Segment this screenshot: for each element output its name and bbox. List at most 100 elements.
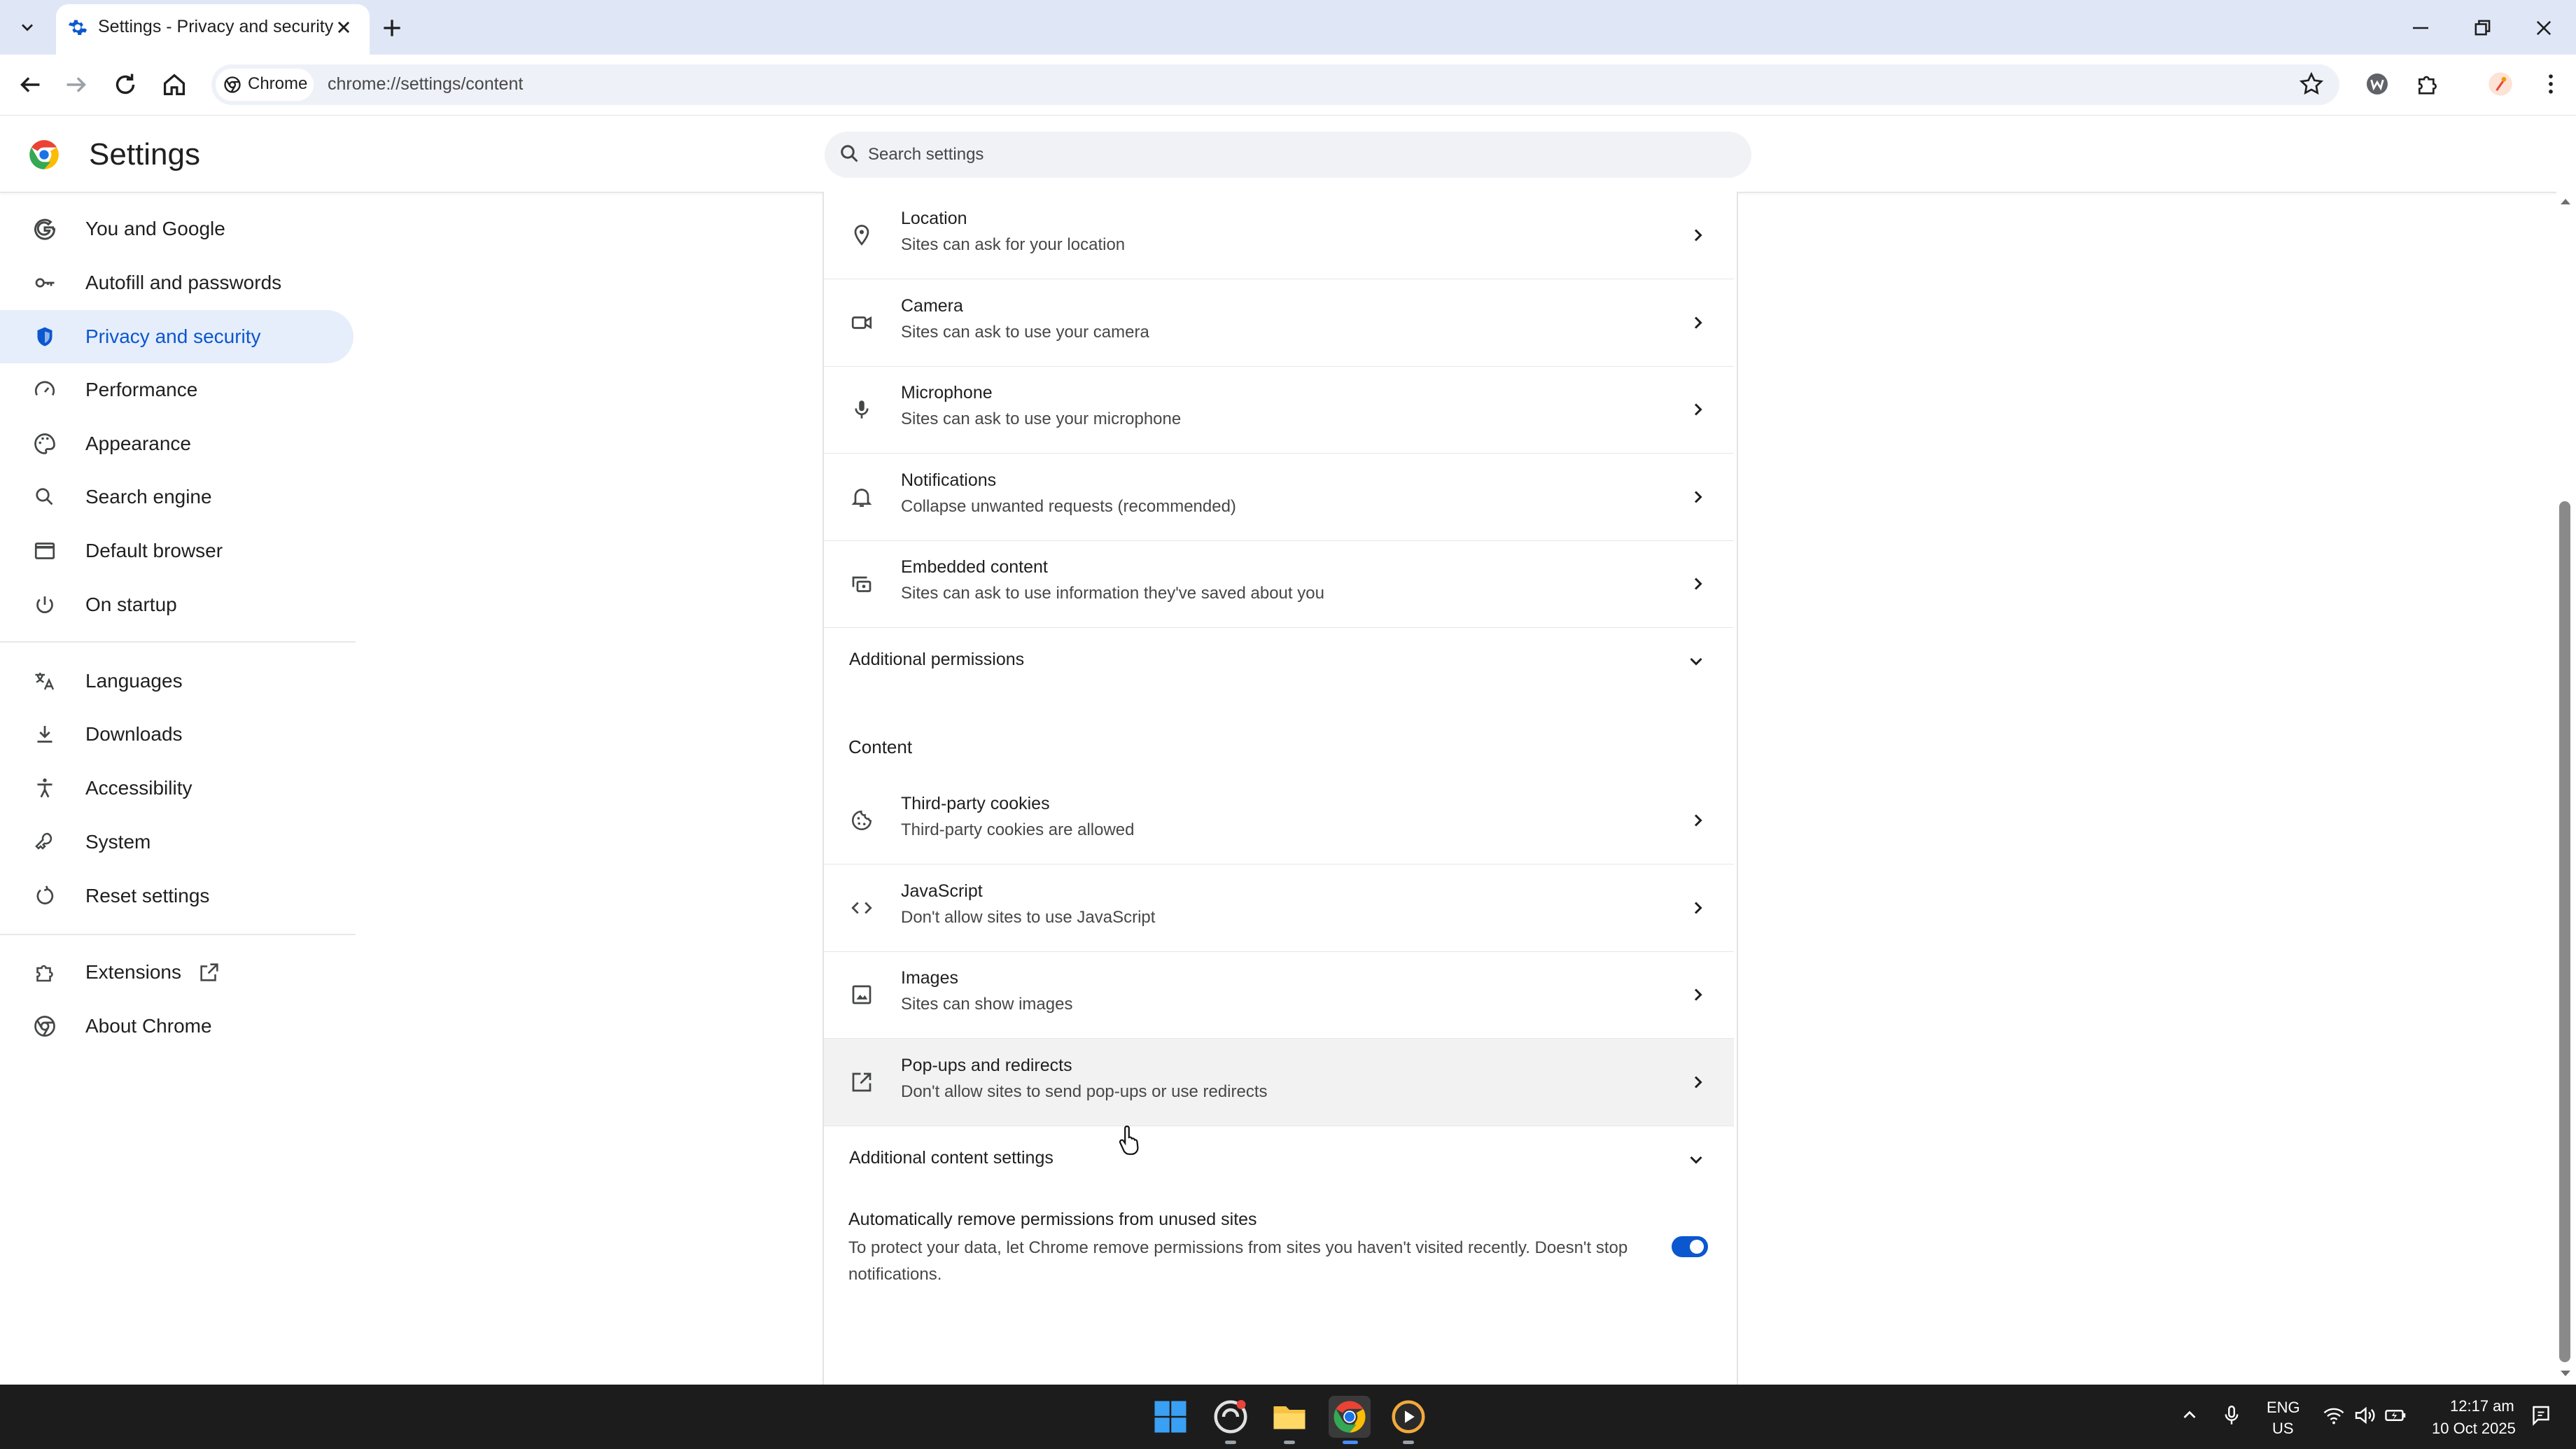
wrench-icon [35,832,52,850]
toggle-knob [1690,1240,1704,1254]
file-explorer-icon[interactable] [1268,1396,1310,1438]
content-javascript[interactable]: JavaScript Don't allow sites to use Java… [824,864,1734,952]
search-input[interactable] [868,133,1708,176]
sidebar-divider [0,641,356,643]
new-tab-plus-icon[interactable] [378,14,406,42]
sidebar-item-label: Default browser [85,540,223,561]
address-bar[interactable] [211,64,2339,105]
browser-window-icon [34,542,55,559]
sidebar-item-autofill[interactable]: Autofill and passwords [0,256,354,309]
tab-search-button[interactable] [10,10,45,45]
taskbar-indicator [1225,1441,1236,1444]
close-window-icon[interactable] [2528,13,2559,43]
sidebar-item-languages[interactable]: Languages [0,654,354,708]
bookmark-star-icon[interactable] [2297,70,2325,98]
permission-embedded-content[interactable]: Embedded content Sites can ask to use in… [824,540,1734,628]
auto-remove-title: Automatically remove permissions from un… [848,1210,1257,1229]
row-subtitle: Don't allow sites to send pop-ups or use… [901,1082,1268,1101]
url-text[interactable]: chrome://settings/content [328,74,523,94]
language-indicator[interactable]: ENG [2267,1399,2300,1417]
sidebar-item-you-and-google[interactable]: You and Google [0,202,354,255]
permission-notifications[interactable]: Notifications Collapse unwanted requests… [824,454,1734,541]
sidebar-item-privacy[interactable]: Privacy and security [0,310,354,363]
shield-icon [37,327,52,346]
sidebar-item-appearance[interactable]: Appearance [0,417,354,470]
chrome-taskbar-icon[interactable] [1329,1396,1371,1438]
sidebar-item-downloads[interactable]: Downloads [0,708,354,761]
notification-icon[interactable] [2528,1403,2554,1428]
sidebar-item-label: Reset settings [85,885,210,906]
sidebar-item-search-engine[interactable]: Search engine [0,470,354,524]
power-icon [36,596,53,613]
media-player-icon[interactable] [1387,1396,1429,1438]
image-icon [852,985,872,1004]
row-title: Pop-ups and redirects [901,1056,1072,1075]
sidebar-item-default-browser[interactable]: Default browser [0,524,354,578]
content-popups-and-redirects[interactable]: Pop-ups and redirects Don't allow sites … [824,1039,1734,1126]
tray-chevron-up-icon[interactable] [2177,1403,2202,1428]
extensions-puzzle-icon[interactable] [2414,70,2442,98]
sidebar-item-about-chrome[interactable]: About Chrome [0,1000,354,1053]
sidebar-item-reset-settings[interactable]: Reset settings [0,869,354,923]
sidebar-item-extensions[interactable]: Extensions [0,946,354,999]
row-title: Notifications [901,470,997,490]
microphone-icon [855,400,869,419]
palette-icon [34,433,55,454]
permission-microphone[interactable]: Microphone Sites can ask to use your mic… [824,366,1734,454]
sidebar-item-accessibility[interactable]: Accessibility [0,762,354,815]
chip-label: Chrome [248,74,308,93]
forward-arrow-icon[interactable] [60,69,92,101]
chevron-right-icon [1694,814,1702,827]
row-subtitle: Don't allow sites to use JavaScript [901,908,1156,927]
restore-icon[interactable] [2467,13,2498,43]
page-title: Settings [89,137,200,172]
sidebar-item-system[interactable]: System [0,816,354,869]
minimize-icon[interactable] [2405,13,2436,43]
windows-start-icon[interactable] [1149,1396,1191,1438]
camera-icon [851,316,872,330]
extension-w-icon[interactable] [2363,70,2391,98]
translate-icon [35,673,55,690]
chevron-right-icon [1694,491,1702,503]
search-icon [837,141,862,167]
back-arrow-icon[interactable] [14,69,46,101]
additional-content-settings-expander[interactable]: Additional content settings [824,1127,1734,1190]
reload-icon[interactable] [109,69,141,101]
sidebar-item-label: About Chrome [85,1015,212,1037]
puzzle-icon [36,965,53,982]
additional-permissions-expander[interactable]: Additional permissions [824,629,1734,692]
row-subtitle: Sites can ask to use your microphone [901,410,1182,428]
scroll-down-arrow-icon[interactable] [2558,1366,2573,1380]
scrollbar-thumb[interactable] [2559,501,2570,1362]
sidebar-item-performance[interactable]: Performance [0,363,354,416]
sidebar-item-label: Autofill and passwords [85,272,282,293]
permission-location[interactable]: Location Sites can ask for your location [824,192,1734,279]
permission-camera[interactable]: Camera Sites can ask to use your camera [824,279,1734,367]
copilot-app-icon[interactable] [1210,1396,1252,1438]
battery-icon[interactable] [2383,1403,2408,1428]
chrome-icon [34,1016,55,1037]
sidebar-item-on-startup[interactable]: On startup [0,578,354,631]
hand-cursor-icon [1117,1123,1145,1156]
auto-remove-description: To protect your data, let Chrome remove … [848,1238,1628,1284]
more-menu-icon[interactable] [2537,70,2565,98]
tray-microphone-icon[interactable] [2219,1403,2244,1428]
content-third-party-cookies[interactable]: Third-party cookies Third-party cookies … [824,777,1734,864]
profile-avatar-icon[interactable] [2486,70,2514,98]
scroll-up-arrow-icon[interactable] [2558,195,2573,209]
tab-close-icon[interactable] [332,15,356,39]
row-title: Location [901,209,967,228]
sidebar-item-label: Search engine [85,486,212,507]
sidebar-divider [0,934,356,935]
row-title: Images [901,968,958,988]
clock-time[interactable]: 12:17 am [2450,1397,2514,1415]
speaker-icon[interactable] [2352,1403,2377,1428]
home-icon[interactable] [158,69,190,101]
row-title: Microphone [901,383,993,402]
chevron-right-icon [1694,902,1702,914]
embedded-content-icon [852,576,872,592]
wifi-icon[interactable] [2321,1403,2346,1428]
chrome-logo-icon [27,137,62,172]
row-title: Embedded content [901,557,1048,577]
content-images[interactable]: Images Sites can show images [824,951,1734,1039]
